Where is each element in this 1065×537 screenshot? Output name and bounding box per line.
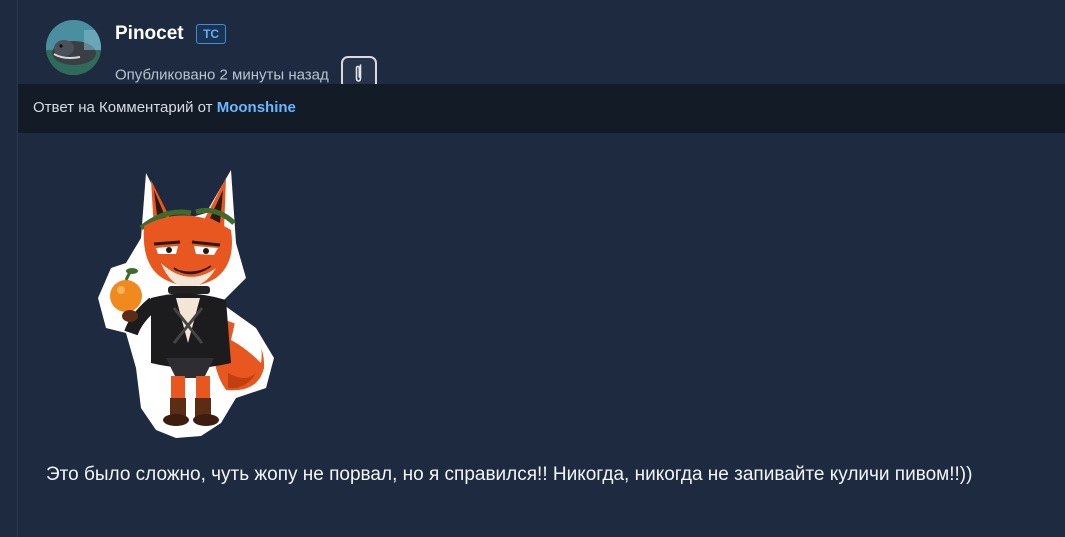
thread-line <box>17 0 18 537</box>
reply-context: Ответ на Комментарий от Moonshine <box>18 84 1065 133</box>
avatar[interactable] <box>46 20 101 75</box>
reply-prefix: Ответ на Комментарий от <box>33 99 213 116</box>
comment-body: Это было сложно, чуть жопу не порвал, но… <box>46 464 973 485</box>
fox-sticker-image <box>98 170 274 438</box>
reply-target-link[interactable]: Moonshine <box>217 99 296 116</box>
avatar-image <box>46 20 101 75</box>
topic-starter-badge: ТС <box>196 24 227 44</box>
author-name[interactable]: Pinocet <box>115 23 184 44</box>
fox-sticker <box>96 168 274 443</box>
published-time: Опубликовано 2 минуты назад <box>115 66 329 84</box>
